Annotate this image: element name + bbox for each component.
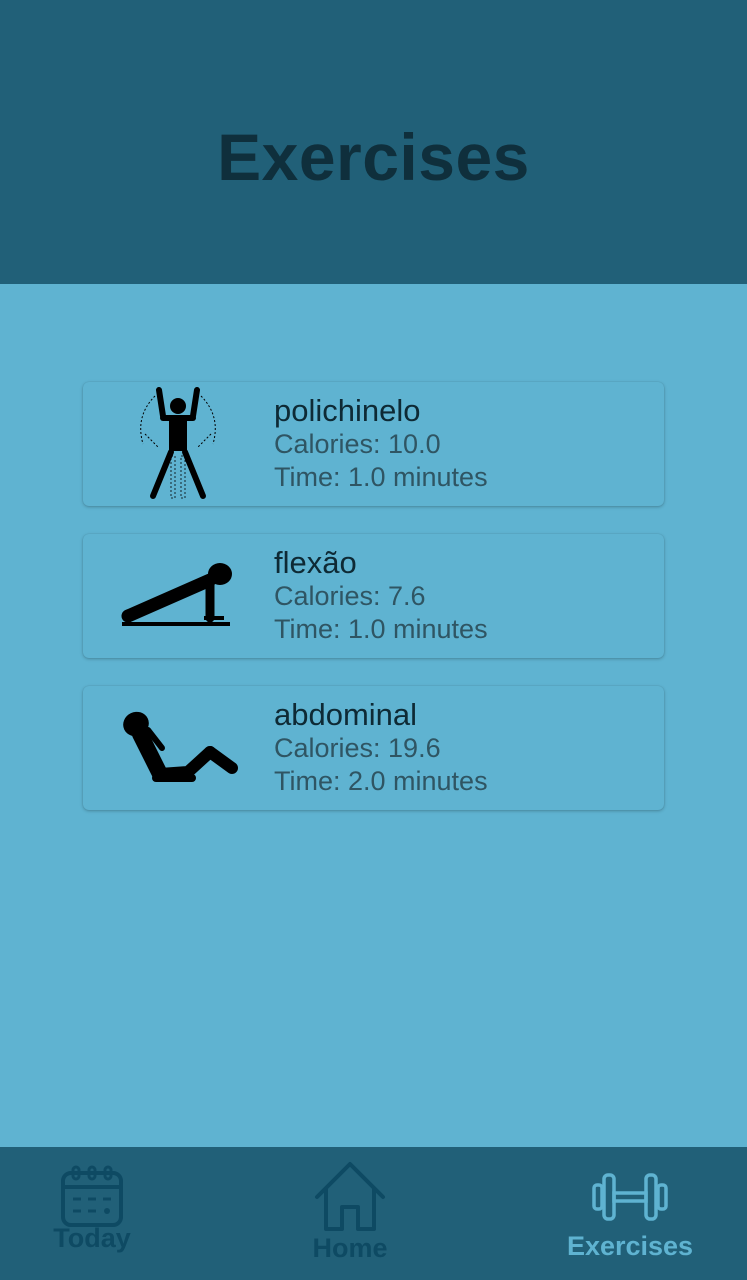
exercise-calories: Calories: 10.0 [274, 429, 441, 459]
exercise-name: abdominal [274, 697, 418, 732]
exercise-time: Time: 1.0 minutes [274, 614, 488, 644]
home-icon [315, 1162, 385, 1231]
exercise-card-flexao[interactable]: flexão Calories: 7.6 Time: 1.0 minutes [83, 534, 664, 658]
sit-up-icon [113, 686, 243, 810]
bottom-navigation: Today Home Exercises [0, 1147, 747, 1280]
nav-home-label: Home [312, 1233, 388, 1263]
push-up-icon [113, 534, 243, 658]
nav-today-label: Today [53, 1223, 131, 1253]
calendar-icon [61, 1165, 123, 1227]
exercise-list: polichinelo Calories: 10.0 Time: 1.0 min… [83, 382, 664, 838]
nav-exercises-label: Exercises [566, 1231, 694, 1261]
dumbbell-icon [592, 1173, 668, 1221]
exercise-calories: Calories: 19.6 [274, 733, 441, 763]
app-header: Exercises [0, 0, 747, 284]
exercise-name: polichinelo [274, 393, 421, 428]
exercise-time: Time: 1.0 minutes [274, 462, 488, 492]
page-title: Exercises [217, 120, 530, 194]
nav-home[interactable]: Home [305, 1147, 395, 1280]
jumping-jack-icon [113, 382, 243, 506]
nav-today[interactable]: Today [50, 1147, 134, 1280]
exercise-name: flexão [274, 545, 357, 580]
exercise-card-polichinelo[interactable]: polichinelo Calories: 10.0 Time: 1.0 min… [83, 382, 664, 506]
nav-exercises[interactable]: Exercises [560, 1147, 700, 1280]
exercise-time: Time: 2.0 minutes [274, 766, 488, 796]
exercise-calories: Calories: 7.6 [274, 581, 426, 611]
exercise-card-abdominal[interactable]: abdominal Calories: 19.6 Time: 2.0 minut… [83, 686, 664, 810]
